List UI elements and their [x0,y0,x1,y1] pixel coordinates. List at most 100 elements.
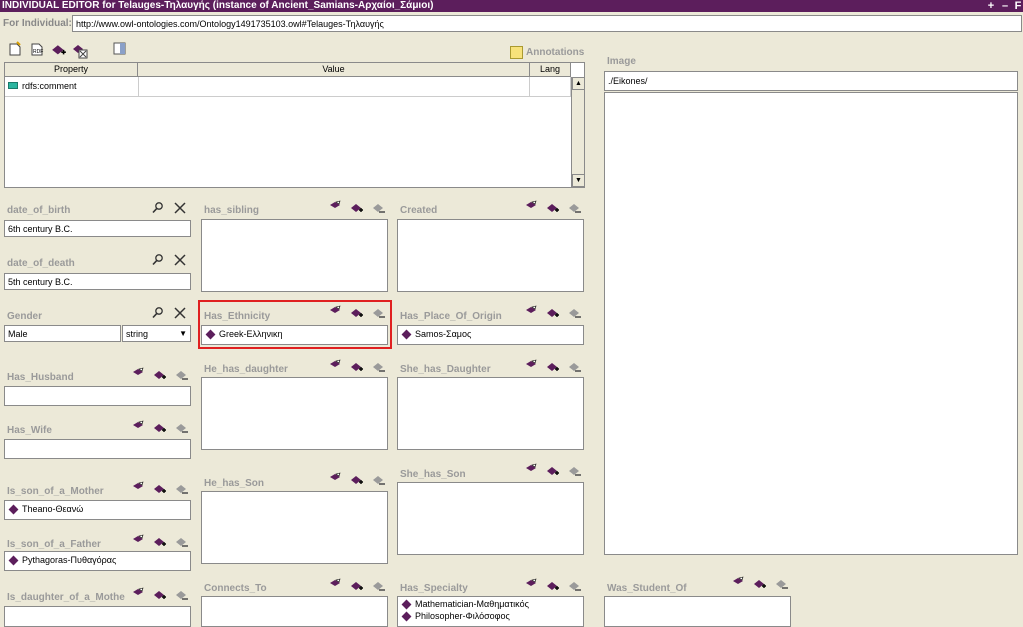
remove-icon[interactable] [175,536,189,550]
view-icon[interactable] [131,367,145,381]
individual-uri-field[interactable]: http://www.owl-ontologies.com/Ontology14… [72,15,1022,32]
view-icon[interactable] [524,359,538,373]
add-icon[interactable] [350,361,364,375]
add-icon[interactable] [153,589,167,603]
has-place-of-origin-list[interactable]: Samos-Σαμος [397,325,584,345]
date-of-birth-field[interactable]: 6th century B.C. [4,220,191,237]
view-icon[interactable] [524,305,538,319]
scroll-down-button[interactable]: ▼ [572,174,585,187]
is-daughter-of-a-mother-list[interactable] [4,606,191,627]
remove-icon[interactable] [175,483,189,497]
add-icon[interactable] [350,580,364,594]
add-icon[interactable] [753,578,767,592]
add-icon[interactable] [153,422,167,436]
view-icon[interactable] [328,200,342,214]
has-place-of-origin-label: Has_Place_Of_Origin [400,311,502,322]
add-icon[interactable] [546,361,560,375]
svg-text:RDF: RDF [33,49,43,55]
she-has-son-list[interactable] [397,482,584,555]
view-icon[interactable] [328,359,342,373]
column-header-lang[interactable]: Lang [530,63,571,77]
he-has-son-list[interactable] [201,491,388,564]
remove-icon[interactable] [568,361,582,375]
has-husband-label: Has_Husband [7,372,74,383]
new-annotation-icon[interactable] [7,41,23,57]
he-has-daughter-list[interactable] [201,377,388,450]
add-icon[interactable] [153,483,167,497]
remove-value-icon[interactable] [72,43,88,59]
add-value-icon[interactable] [51,43,67,59]
maximize-button[interactable]: + [986,0,996,12]
view-icon[interactable] [131,534,145,548]
is-son-of-a-father-list[interactable]: Pythagoras-Πυθαγόρας [4,551,191,571]
remove-icon[interactable] [568,465,582,479]
is-son-of-a-mother-list[interactable]: Theano-Θεανώ [4,500,191,520]
add-icon[interactable] [350,474,364,488]
remove-icon[interactable] [175,422,189,436]
remove-icon[interactable] [175,369,189,383]
remove-icon[interactable] [372,361,386,375]
has-wife-list[interactable] [4,439,191,459]
add-icon[interactable] [350,202,364,216]
list-item[interactable]: Mathematician-Μαθηματικός [401,598,580,610]
view-icon[interactable] [131,587,145,601]
search-icon[interactable] [151,253,165,267]
was-student-of-list[interactable] [604,596,791,627]
remove-icon[interactable] [775,578,789,592]
delete-icon[interactable] [173,306,187,320]
search-icon[interactable] [151,306,165,320]
list-item[interactable]: Philosopher-Φιλόσοφος [401,610,580,622]
has-husband-list[interactable] [4,386,191,406]
date-of-death-field[interactable]: 5th century B.C. [4,273,191,290]
add-icon[interactable] [546,465,560,479]
add-icon[interactable] [153,369,167,383]
delete-icon[interactable] [173,253,187,267]
has-specialty-label: Has_Specialty [400,583,468,594]
list-item[interactable]: Theano-Θεανώ [8,503,187,515]
column-header-value[interactable]: Value [138,63,530,77]
remove-icon[interactable] [372,580,386,594]
column-header-property[interactable]: Property [5,63,138,77]
add-icon[interactable] [546,580,560,594]
image-path-field[interactable]: ./Eikones/ [604,71,1018,91]
remove-icon[interactable] [568,580,582,594]
search-icon[interactable] [151,201,165,215]
scroll-up-button[interactable]: ▲ [572,77,585,90]
remove-icon[interactable] [568,307,582,321]
minimize-button[interactable]: – [1000,0,1010,12]
gender-field[interactable]: Male [4,325,121,342]
add-icon[interactable] [546,307,560,321]
add-icon[interactable] [546,202,560,216]
view-icon[interactable] [131,420,145,434]
remove-icon[interactable] [372,202,386,216]
list-item[interactable]: Pythagoras-Πυθαγόρας [8,554,187,566]
individual-icon [8,555,19,565]
view-icon[interactable] [112,41,128,57]
row-lang[interactable] [530,77,571,96]
she-has-daughter-list[interactable] [397,377,584,450]
connects-to-list[interactable] [201,596,388,627]
view-icon[interactable] [131,481,145,495]
annotations-toggle[interactable]: Annotations [510,46,584,59]
view-icon[interactable] [524,463,538,477]
remove-icon[interactable] [372,474,386,488]
table-row[interactable]: rdfs:comment [5,77,571,97]
remove-icon[interactable] [568,202,582,216]
row-value[interactable] [138,77,530,96]
add-icon[interactable] [153,536,167,550]
float-button[interactable]: F [1013,0,1023,12]
has-specialty-list[interactable]: Mathematician-Μαθηματικός Philosopher-Φι… [397,596,584,627]
remove-icon[interactable] [175,589,189,603]
delete-icon[interactable] [173,201,187,215]
annotations-scrollbar[interactable]: ▲ ▼ [571,77,585,187]
view-icon[interactable] [524,200,538,214]
created-list[interactable] [397,219,584,292]
has-sibling-list[interactable] [201,219,388,292]
list-item[interactable]: Samos-Σαμος [401,328,580,340]
view-icon[interactable] [524,578,538,592]
new-resource-icon[interactable]: RDF [29,41,45,57]
view-icon[interactable] [328,472,342,486]
view-icon[interactable] [328,578,342,592]
view-icon[interactable] [731,576,745,590]
gender-type-select[interactable]: string ▼ [122,325,191,342]
